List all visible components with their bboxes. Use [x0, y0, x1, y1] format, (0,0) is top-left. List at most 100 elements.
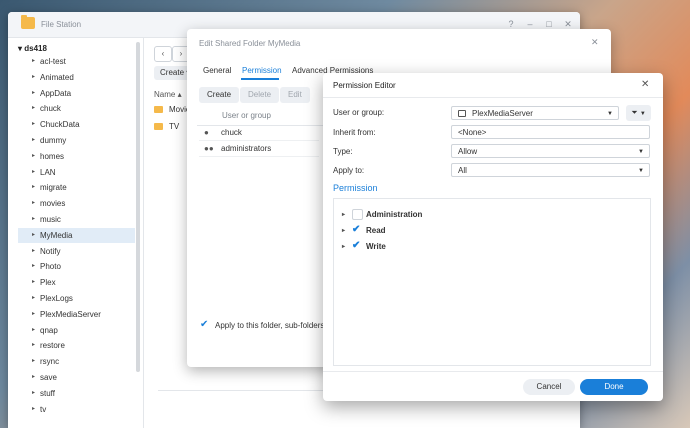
sidebar-item-plex[interactable]: ▸ Plex — [18, 275, 135, 290]
triangle-right-icon[interactable]: ▸ — [32, 86, 35, 101]
sidebar-item-chuck[interactable]: ▸ chuck — [18, 101, 135, 116]
triangle-right-icon[interactable]: ▸ — [32, 117, 35, 132]
chevron-down-icon: ▼ — [639, 111, 646, 117]
checkmark-icon[interactable]: ✔ — [352, 240, 360, 251]
triangle-right-icon[interactable]: ▸ — [32, 275, 35, 290]
triangle-right-icon[interactable]: ▸ — [32, 259, 35, 274]
triangle-right-icon[interactable]: ▸ — [32, 386, 35, 401]
triangle-right-icon[interactable]: ▸ — [32, 323, 35, 338]
sidebar-item-homes[interactable]: ▸ homes — [18, 149, 135, 164]
triangle-right-icon[interactable]: ▸ — [32, 354, 35, 369]
dialog-title: Edit Shared Folder MyMedia — [199, 39, 301, 48]
triangle-right-icon[interactable]: ▸ — [32, 180, 35, 195]
checkbox[interactable] — [352, 209, 363, 220]
sidebar-item-notify[interactable]: ▸ Notify — [18, 244, 135, 259]
sidebar-item-photo[interactable]: ▸ Photo — [18, 259, 135, 274]
checkmark-icon[interactable]: ✔ — [200, 319, 208, 330]
filter-button[interactable]: ⏷ ▼ — [626, 105, 651, 121]
sidebar-item-appdata[interactable]: ▸ AppData — [18, 86, 135, 101]
back-button[interactable]: ‹ — [154, 46, 172, 62]
user-or-group-label: User or group: — [333, 108, 385, 117]
triangle-right-icon[interactable]: ▸ — [32, 370, 35, 385]
folder-tree: ▾ ds418 ▸ acl-test ▸ Animated ▸ AppData ▸ chuck… — [8, 38, 144, 428]
triangle-right-icon[interactable]: ▸ — [32, 244, 35, 259]
triangle-right-icon[interactable]: ▸ — [32, 228, 35, 243]
triangle-right-icon[interactable]: ▸ — [32, 133, 35, 148]
triangle-right-icon[interactable]: ▸ — [32, 402, 35, 417]
sidebar-item-plexlogs[interactable]: ▸ PlexLogs — [18, 291, 135, 306]
type-select[interactable]: Allow ▼ — [451, 144, 650, 158]
sidebar-item-rsync[interactable]: ▸ rsync — [18, 354, 135, 369]
tree-root[interactable]: ▾ ds418 — [18, 44, 47, 53]
triangle-right-icon[interactable]: ▸ — [32, 307, 35, 322]
sidebar-item-animated[interactable]: ▸ Animated — [18, 70, 135, 85]
triangle-right-icon[interactable]: ▸ — [342, 211, 345, 218]
apply-to-select[interactable]: All ▼ — [451, 163, 650, 177]
inherit-from-label: Inherit from: — [333, 128, 376, 137]
tab-permission[interactable]: Permission — [242, 66, 282, 75]
triangle-right-icon[interactable]: ▸ — [32, 291, 35, 306]
create-button[interactable]: Create — [199, 87, 240, 103]
triangle-right-icon[interactable]: ▸ — [32, 70, 35, 85]
sidebar-item-qnap[interactable]: ▸ qnap — [18, 323, 135, 338]
triangle-right-icon[interactable]: ▸ — [32, 196, 35, 211]
folder-icon — [154, 106, 163, 113]
permission-list: ▸ Administration ▸ ✔ Read ▸ ✔ Write — [333, 198, 651, 366]
divider — [323, 97, 663, 98]
window-title: File Station — [41, 20, 82, 29]
sidebar-item-restore[interactable]: ▸ restore — [18, 338, 135, 353]
group-icon: ●● — [204, 144, 214, 153]
permission-section-title: Permission — [333, 183, 378, 193]
table-row[interactable]: ●● administrators — [199, 141, 319, 157]
divider — [323, 371, 663, 372]
triangle-right-icon[interactable]: ▸ — [32, 149, 35, 164]
sidebar-item-chuckdata[interactable]: ▸ ChuckData — [18, 117, 135, 132]
edit-button[interactable]: Edit — [280, 87, 310, 103]
tree-scrollbar[interactable] — [136, 42, 140, 372]
apply-to-label: Apply to: — [333, 166, 365, 175]
triangle-right-icon[interactable]: ▸ — [32, 212, 35, 227]
close-icon[interactable]: ✕ — [591, 37, 599, 48]
close-icon[interactable]: ✕ — [641, 79, 649, 90]
triangle-right-icon[interactable]: ▸ — [32, 338, 35, 353]
inherit-from-field: <None> — [451, 125, 650, 139]
table-row[interactable]: ● chuck — [199, 125, 319, 141]
sidebar-item-migrate[interactable]: ▸ migrate — [18, 180, 135, 195]
sidebar-item-lan[interactable]: ▸ LAN — [18, 165, 135, 180]
permission-editor-dialog: Permission Editor ✕ User or group: PlexM… — [323, 73, 663, 401]
filter-icon: ⏷ — [631, 108, 638, 117]
chevron-down-icon: ▼ — [638, 168, 644, 174]
sidebar-item-plexmediaserver[interactable]: ▸ PlexMediaServer — [18, 307, 135, 322]
cancel-button[interactable]: Cancel — [523, 379, 575, 395]
done-button[interactable]: Done — [580, 379, 648, 395]
sidebar-item-movies[interactable]: ▸ movies — [18, 196, 135, 211]
user-or-group-select[interactable]: PlexMediaServer ▼ — [451, 106, 619, 120]
name-column-header[interactable]: Name ▴ — [154, 90, 182, 99]
user-icon: ● — [204, 128, 209, 137]
sidebar-item-tv[interactable]: ▸ tv — [18, 402, 135, 417]
triangle-right-icon[interactable]: ▸ — [342, 243, 345, 250]
folder-icon — [154, 123, 163, 130]
dialog-title: Permission Editor — [333, 81, 396, 90]
triangle-right-icon[interactable]: ▸ — [32, 54, 35, 69]
sidebar-item-stuff[interactable]: ▸ stuff — [18, 386, 135, 401]
checkmark-icon[interactable]: ✔ — [352, 224, 360, 235]
user-card-icon — [458, 110, 466, 117]
sidebar-item-mymedia[interactable]: ▸ MyMedia — [18, 227, 135, 243]
sidebar-item-acl-test[interactable]: ▸ acl-test — [18, 54, 135, 69]
chevron-down-icon: ▼ — [607, 111, 613, 117]
user-column-header[interactable]: User or group — [222, 111, 271, 120]
folder-icon — [21, 15, 35, 29]
triangle-right-icon[interactable]: ▸ — [32, 101, 35, 116]
active-tab-indicator — [241, 78, 279, 80]
delete-button[interactable]: Delete — [240, 87, 280, 103]
tab-general[interactable]: General — [203, 66, 231, 75]
sidebar-item-music[interactable]: ▸ music — [18, 212, 135, 227]
triangle-right-icon[interactable]: ▸ — [32, 165, 35, 180]
sidebar-item-save[interactable]: ▸ save — [18, 370, 135, 385]
triangle-right-icon[interactable]: ▸ — [342, 227, 345, 234]
type-label: Type: — [333, 147, 353, 156]
chevron-down-icon: ▼ — [638, 149, 644, 155]
apply-to-subfolders-label: Apply to this folder, sub-folders a — [215, 321, 332, 330]
sidebar-item-dummy[interactable]: ▸ dummy — [18, 133, 135, 148]
